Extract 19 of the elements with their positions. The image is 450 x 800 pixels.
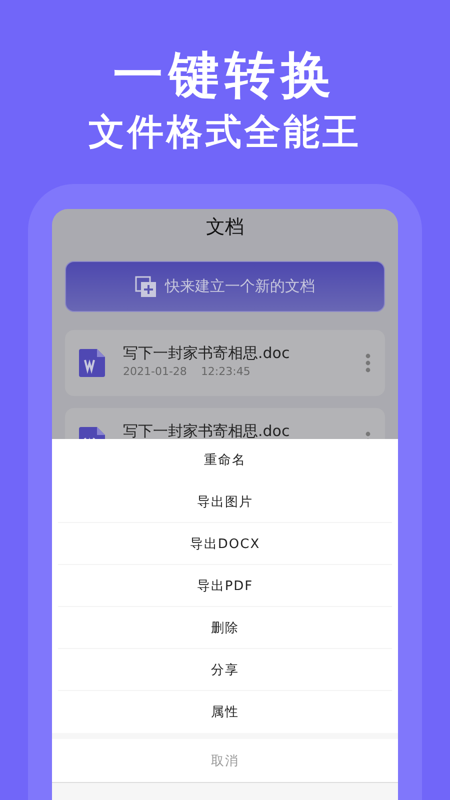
screen-title: 文档 (206, 215, 244, 239)
document-date: 2021-01-28 (123, 365, 187, 378)
document-item[interactable]: 写下一封家书寄相思.doc 2021-01-28 12:23:45 (65, 330, 385, 396)
menu-item[interactable]: 分享 (58, 649, 392, 691)
menu-item[interactable]: 属性 (58, 691, 392, 733)
create-document-button[interactable]: 快来建立一个新的文档 (65, 261, 385, 312)
document-name: 写下一封家书寄相思.doc (123, 422, 291, 441)
document-time: 12:23:45 (200, 365, 250, 378)
menu-item[interactable]: 重命名 (58, 439, 392, 481)
document-name: 写下一封家书寄相思.doc (123, 344, 291, 363)
menu-item[interactable]: 删除 (58, 607, 392, 649)
add-document-icon (135, 276, 157, 298)
word-file-icon (79, 349, 105, 377)
menu-item[interactable]: 导出PDF (58, 565, 392, 607)
menu-item[interactable]: 导出DOCX (58, 523, 392, 565)
more-icon[interactable] (365, 353, 371, 373)
subheadline: 文件格式全能王 (88, 112, 362, 154)
headline: 一键转换 (113, 46, 337, 104)
menu-item[interactable]: 导出图片 (58, 481, 392, 523)
